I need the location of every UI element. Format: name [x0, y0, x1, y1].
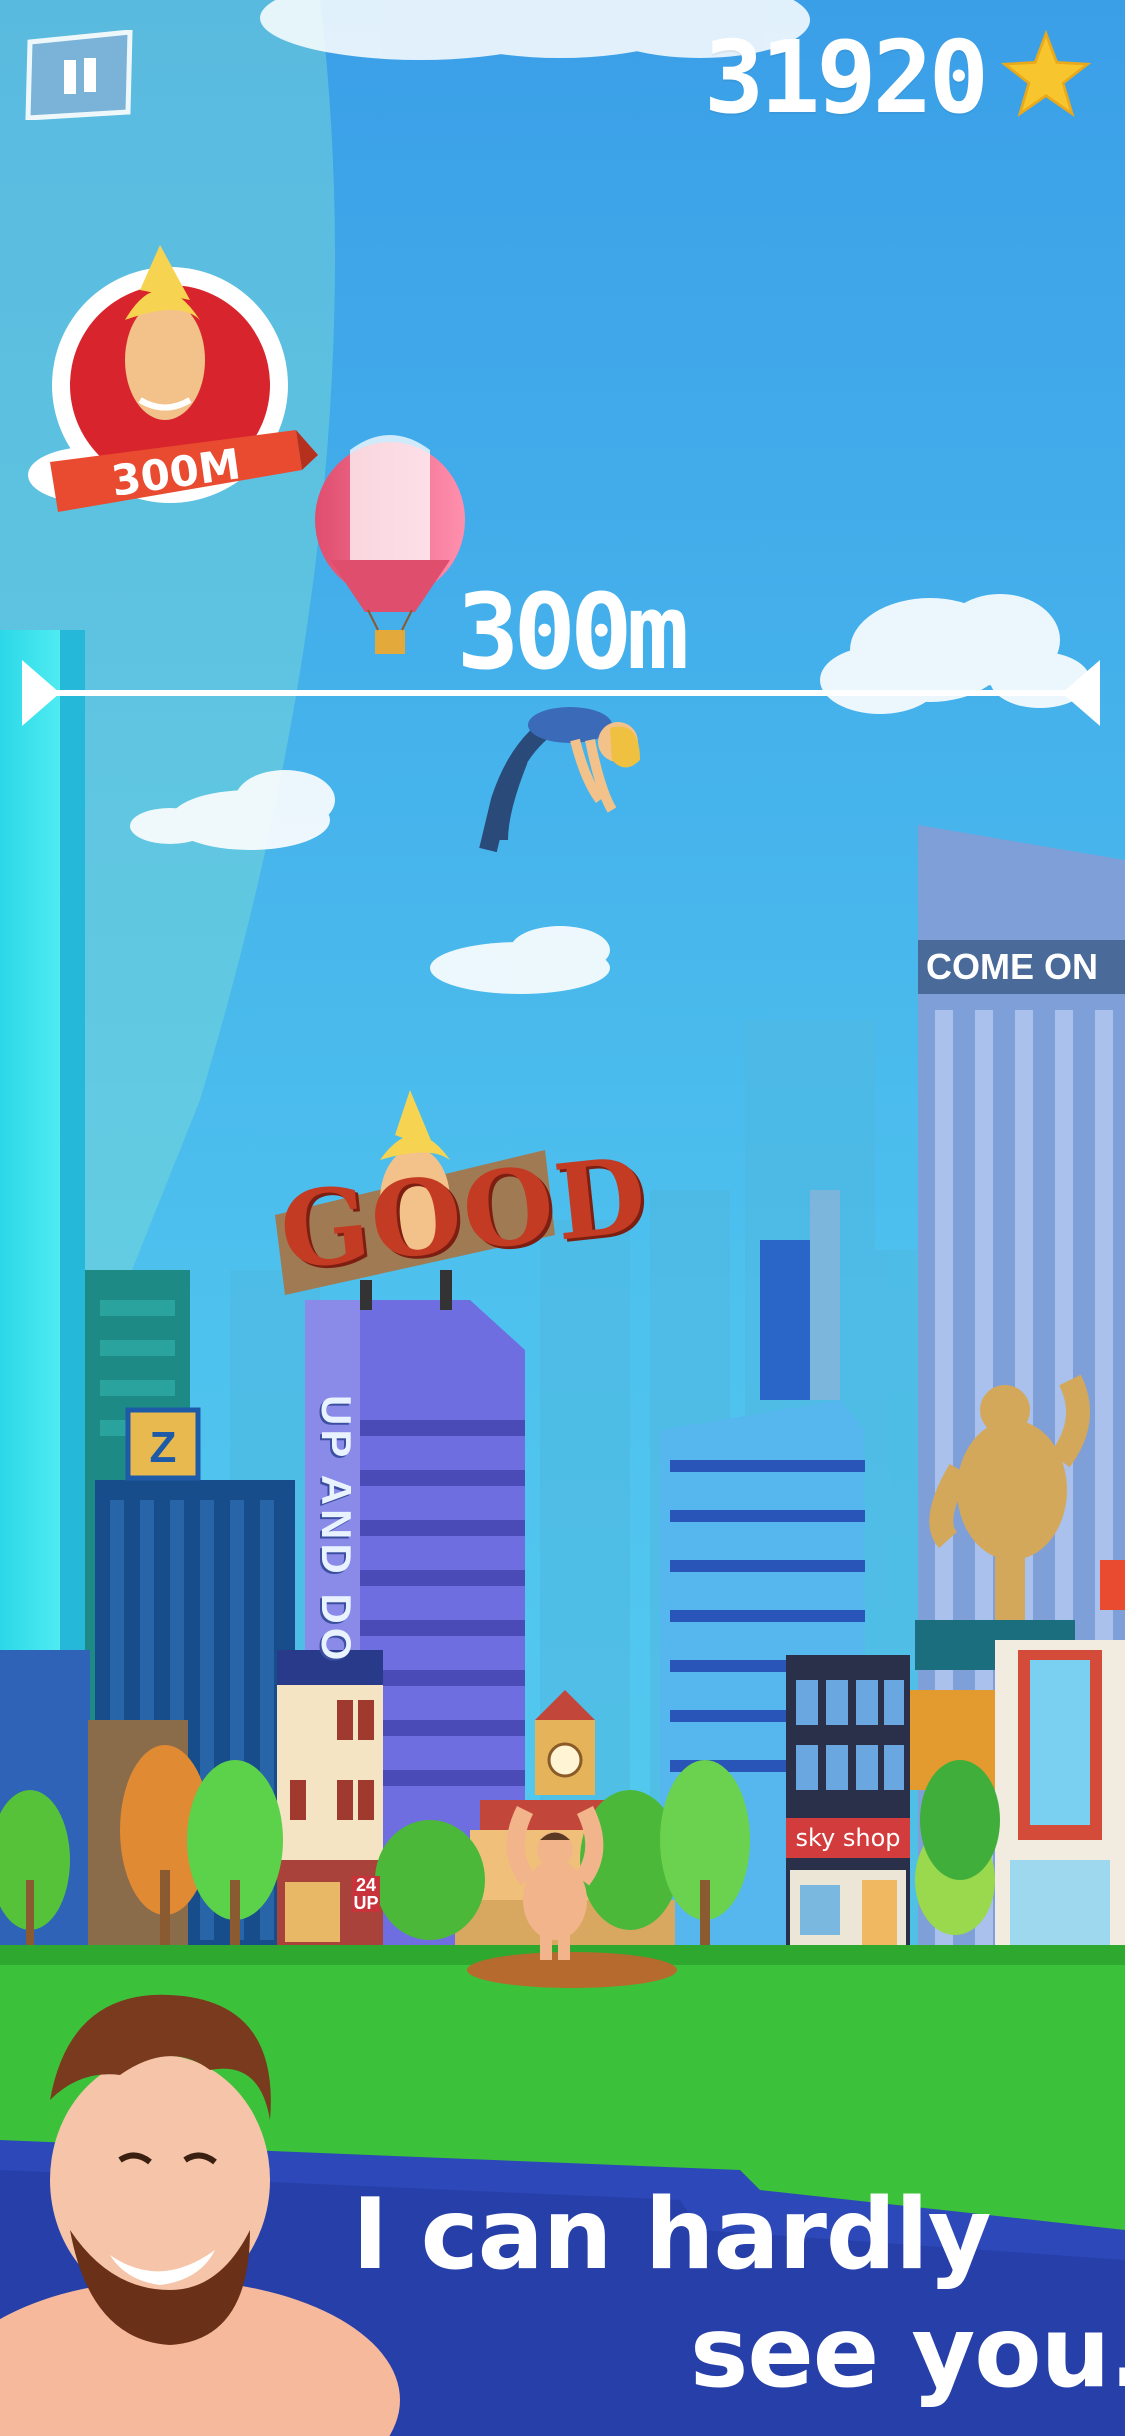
score-counter: 31920: [703, 19, 989, 136]
24-hours-number: 24: [355, 1875, 377, 1895]
dialog-line-2: see you.: [690, 2296, 1125, 2410]
up-and-down-sign: UP AND DO: [313, 1395, 360, 1665]
dirt-patch: [467, 1952, 677, 1988]
24-hours-sign: 24 UP: [352, 1876, 380, 1912]
24-hours-up: UP: [353, 1893, 379, 1913]
svg-text:Z: Z: [150, 1423, 177, 1472]
height-label: 300m: [456, 571, 689, 693]
come-on-sign: COME ON: [918, 940, 1125, 994]
pause-button[interactable]: [24, 29, 136, 121]
pause-icon: [25, 29, 133, 121]
sky-shop-sign: sky shop: [786, 1818, 910, 1858]
dialog-line-1: I can hardly: [352, 2178, 992, 2292]
star-icon: [1001, 30, 1091, 117]
